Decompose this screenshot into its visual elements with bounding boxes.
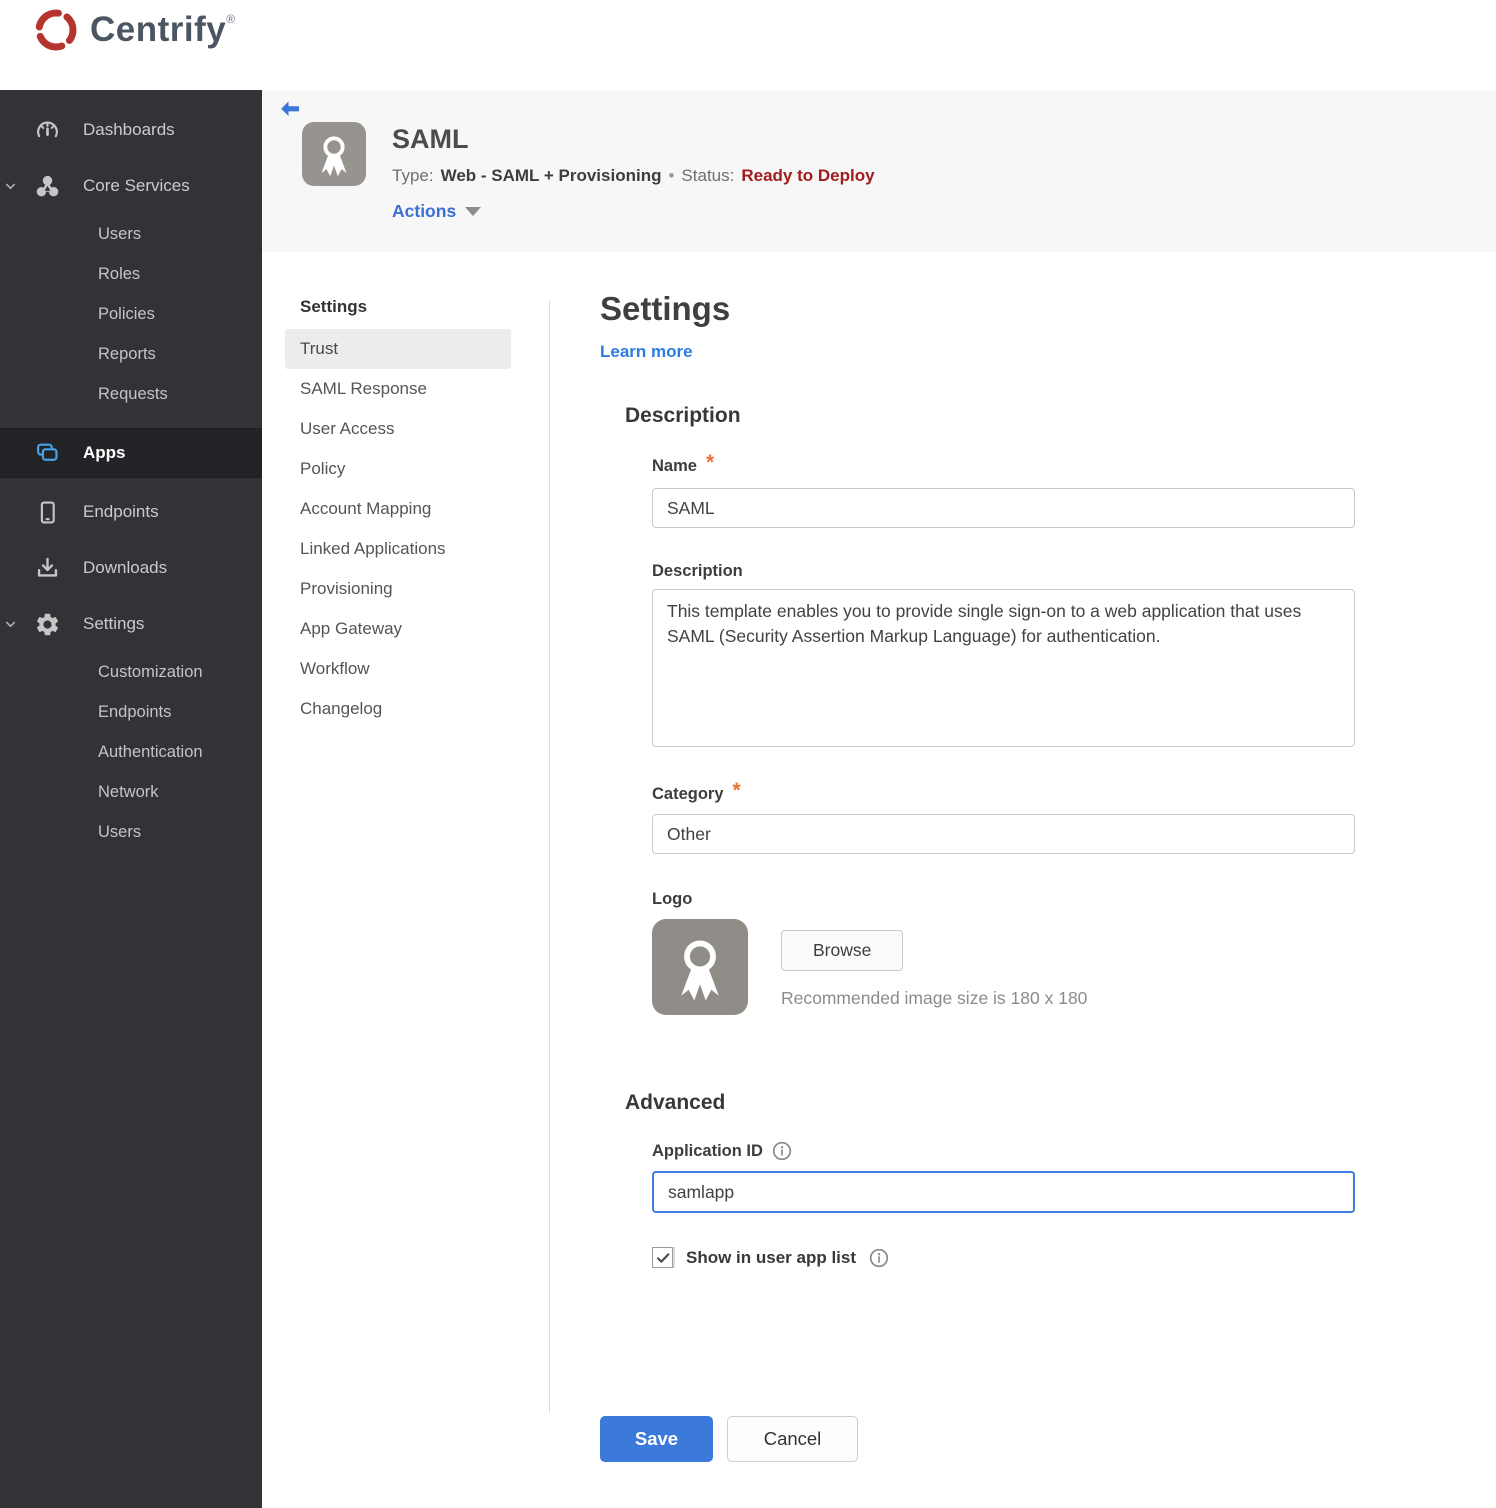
subnav-item-account-mapping[interactable]: Account Mapping <box>285 489 511 529</box>
registered-mark: ® <box>226 12 236 26</box>
app-logo-ribbon-icon <box>302 122 366 186</box>
sidebar-item-reports[interactable]: Reports <box>0 334 262 374</box>
top-bar: Centrify® <box>0 0 1496 90</box>
subnav-item-app-gateway[interactable]: App Gateway <box>285 609 511 649</box>
apps-icon <box>34 440 61 467</box>
chevron-down-icon <box>3 617 18 632</box>
brand-logo: Centrify® <box>32 6 236 54</box>
sidebar-item-label: Endpoints <box>83 502 159 521</box>
required-asterisk: * <box>732 779 741 802</box>
status-value: Ready to Deploy <box>741 166 875 185</box>
separator-dot: • <box>668 166 675 185</box>
browse-button[interactable]: Browse <box>781 930 904 971</box>
subnav-item-trust[interactable]: Trust <box>285 329 511 369</box>
sidebar-item-network[interactable]: Network <box>0 772 262 812</box>
gear-icon <box>34 611 61 638</box>
gauge-icon <box>34 117 61 144</box>
chevron-down-icon <box>3 179 18 194</box>
sidebar-item-label: Core Services <box>83 176 190 195</box>
core-services-icon <box>34 173 61 200</box>
sidebar-item-authentication[interactable]: Authentication <box>0 732 262 772</box>
brand-name: Centrify® <box>90 10 236 49</box>
sidebar-item-requests[interactable]: Requests <box>0 374 262 414</box>
type-value: Web - SAML + Provisioning <box>440 166 662 185</box>
subnav-item-linked-applications[interactable]: Linked Applications <box>285 529 511 569</box>
sidebar-item-label: Downloads <box>83 558 168 577</box>
show-in-user-app-list-label: Show in user app list <box>686 1247 857 1267</box>
application-id-input[interactable] <box>652 1171 1355 1213</box>
download-icon <box>34 555 61 582</box>
sidebar-item-downloads[interactable]: Downloads <box>0 540 262 596</box>
application-id-label: Application ID <box>652 1141 1357 1161</box>
logo-ribbon-icon <box>652 919 748 1015</box>
subnav-item-changelog[interactable]: Changelog <box>285 689 511 729</box>
sidebar-item-policies[interactable]: Policies <box>0 294 262 334</box>
subnav-item-workflow[interactable]: Workflow <box>285 649 511 689</box>
description-textarea[interactable]: This template enables you to provide sin… <box>652 589 1355 747</box>
sidebar-item-roles[interactable]: Roles <box>0 254 262 294</box>
type-label: Type: <box>392 166 434 185</box>
caret-down-icon <box>465 207 482 216</box>
sidebar-item-apps[interactable]: Apps <box>0 428 262 478</box>
sidebar-item-label: Settings <box>83 614 145 633</box>
sidebar-item-settings[interactable]: Settings <box>0 596 262 652</box>
show-in-user-app-list-checkbox[interactable] <box>652 1247 673 1268</box>
info-icon[interactable] <box>772 1141 792 1161</box>
settings-subnav: Settings Trust SAML Response User Access… <box>285 295 511 729</box>
description-label: Description <box>652 562 743 580</box>
sidebar-item-settings-users[interactable]: Users <box>0 812 262 852</box>
back-arrow-icon[interactable] <box>278 97 302 121</box>
sidebar-item-dashboards[interactable]: Dashboards <box>0 102 262 158</box>
status-label: Status: <box>681 166 735 185</box>
category-input[interactable] <box>652 814 1355 854</box>
logo-label: Logo <box>652 890 693 908</box>
logo-size-hint: Recommended image size is 180 x 180 <box>781 988 1088 1008</box>
description-section-heading: Description <box>625 404 741 427</box>
app-header-band: SAML Type: Web - SAML + Provisioning • S… <box>262 90 1496 252</box>
settings-panel: Settings Learn more Description Name * D… <box>600 290 1357 1462</box>
vertical-divider <box>549 300 550 1413</box>
app-title: SAML <box>392 124 469 154</box>
sidebar-item-users[interactable]: Users <box>0 214 262 254</box>
sidebar-item-settings-endpoints[interactable]: Endpoints <box>0 692 262 732</box>
cancel-button[interactable]: Cancel <box>727 1416 858 1462</box>
sidebar: Dashboards Core Services Users Roles Pol… <box>0 90 262 1508</box>
tablet-icon <box>34 499 61 526</box>
sidebar-item-customization[interactable]: Customization <box>0 652 262 692</box>
page-title: Settings <box>600 290 731 327</box>
app-meta: Type: Web - SAML + Provisioning • Status… <box>392 166 875 186</box>
actions-dropdown[interactable]: Actions <box>392 201 875 222</box>
actions-label: Actions <box>392 201 457 221</box>
advanced-section-heading: Advanced <box>625 1091 726 1114</box>
sidebar-item-label: Apps <box>83 443 126 462</box>
name-input[interactable] <box>652 488 1355 528</box>
sidebar-item-endpoints[interactable]: Endpoints <box>0 484 262 540</box>
learn-more-link[interactable]: Learn more <box>600 342 693 362</box>
centrify-swirl-icon <box>35 9 77 51</box>
subnav-item-user-access[interactable]: User Access <box>285 409 511 449</box>
required-asterisk: * <box>705 451 715 474</box>
name-label: Name * <box>652 451 715 475</box>
save-button[interactable]: Save <box>600 1416 713 1462</box>
category-label: Category * <box>652 779 741 803</box>
subnav-heading: Settings <box>300 297 368 316</box>
subnav-item-saml-response[interactable]: SAML Response <box>285 369 511 409</box>
info-icon[interactable] <box>869 1248 889 1268</box>
subnav-item-policy[interactable]: Policy <box>285 449 511 489</box>
sidebar-item-core-services[interactable]: Core Services <box>0 158 262 214</box>
subnav-item-provisioning[interactable]: Provisioning <box>285 569 511 609</box>
sidebar-item-label: Dashboards <box>83 120 175 139</box>
